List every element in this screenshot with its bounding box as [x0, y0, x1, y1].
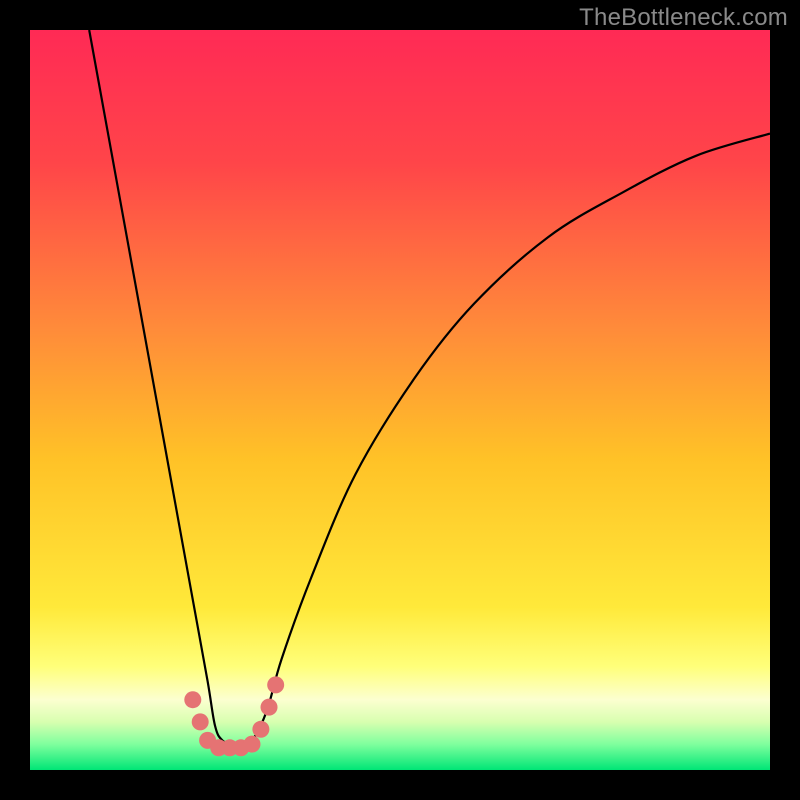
marker-point	[267, 676, 284, 693]
marker-point	[261, 699, 278, 716]
plot-area	[30, 30, 770, 770]
highlight-markers	[184, 676, 284, 756]
watermark-label: TheBottleneck.com	[579, 4, 788, 32]
marker-point	[244, 736, 261, 753]
bottleneck-curve	[89, 30, 770, 748]
marker-point	[192, 713, 209, 730]
marker-point	[184, 691, 201, 708]
chart-frame: TheBottleneck.com	[0, 0, 800, 800]
marker-point	[252, 721, 269, 738]
chart-svg	[30, 30, 770, 770]
